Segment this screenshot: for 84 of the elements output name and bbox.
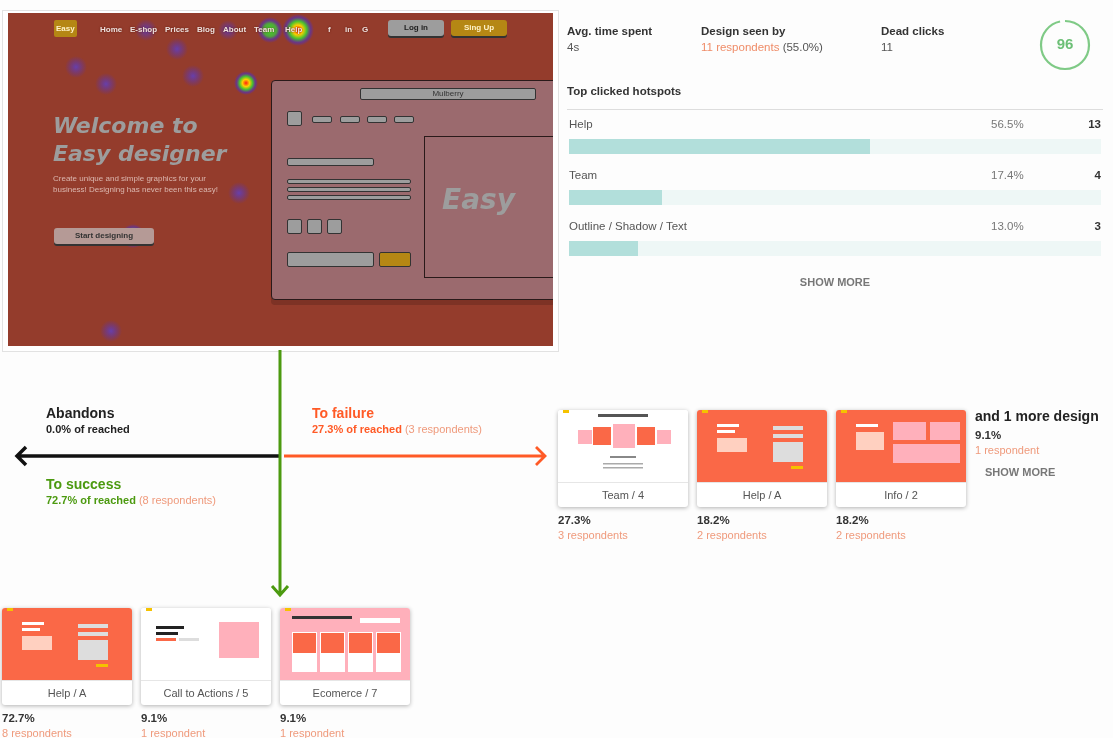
show-more-button[interactable]: SHOW MORE: [981, 464, 1060, 480]
tagline: Create unique and simple graphics for your business! Designing has never been this easy!: [53, 173, 219, 195]
logo[interactable]: Easy: [54, 20, 77, 37]
nav-link[interactable]: Prices: [165, 25, 190, 34]
design-name: Help / A: [741, 488, 783, 503]
more-designs-title: and 1 more design: [975, 408, 1100, 424]
placeholder-shape: [287, 111, 302, 126]
design-card[interactable]: Info / 2: [836, 410, 966, 507]
design-name: Team / 4: [600, 488, 646, 503]
hotspot-percent: 17.4%: [991, 169, 1025, 181]
hotspot-label: Team: [569, 169, 599, 181]
design-respondents: 1 respondent: [975, 444, 1041, 456]
design-respondents: 2 respondents: [836, 529, 907, 541]
design-percent: 27.3%: [558, 514, 592, 526]
stat-value: 4s: [567, 41, 580, 53]
design-percent: 18.2%: [836, 514, 870, 526]
stat-value: 11: [881, 41, 893, 53]
flow-title: To success: [46, 476, 123, 492]
headline: Easy designer: [53, 140, 227, 168]
flow-title: To failure: [312, 405, 375, 421]
placeholder-shape: [307, 219, 322, 234]
heat-spot: [234, 71, 258, 95]
design-percent: 72.7%: [2, 712, 36, 724]
section-title: Top clicked hotspots: [567, 85, 683, 97]
placeholder-shape: [327, 219, 342, 234]
login-button[interactable]: Log in: [388, 20, 444, 36]
heat-spot: [100, 320, 122, 342]
design-percent: 9.1%: [975, 429, 1003, 441]
design-name: Call to Actions / 5: [162, 686, 250, 701]
heat-spot: [182, 65, 204, 87]
start-button[interactable]: Start designing: [54, 228, 154, 244]
design-percent: 9.1%: [141, 712, 169, 724]
stat-label: Avg. time spent: [567, 25, 654, 37]
flow-title: Abandons: [46, 405, 116, 421]
flow-rate: 27.3% of reached: [312, 423, 402, 435]
score-ring: [1038, 18, 1092, 72]
flow-rate: 72.7% of reached: [46, 494, 136, 506]
placeholder-shape: [287, 219, 302, 234]
address-bar: Mulberry: [360, 88, 536, 100]
placeholder-shape: [367, 116, 387, 123]
hotspot-count: 3: [1093, 220, 1101, 232]
heat-spot: [166, 38, 188, 60]
social-link[interactable]: G: [362, 25, 369, 34]
nav-link[interactable]: About: [223, 25, 247, 34]
design-card[interactable]: Help / A: [697, 410, 827, 507]
stat-label: Dead clicks: [881, 25, 946, 37]
heat-spot: [282, 14, 314, 46]
design-respondents: 2 respondents: [697, 529, 768, 541]
hotspot-count: 4: [1093, 169, 1101, 181]
hotspot-label: Outline / Shadow / Text: [569, 220, 689, 232]
nav-link[interactable]: Home: [100, 25, 123, 34]
signup-button[interactable]: Sing Up: [451, 20, 507, 36]
placeholder-shape: [394, 116, 414, 123]
design-card[interactable]: Ecomerce / 7: [280, 608, 410, 705]
show-more-button[interactable]: SHOW MORE: [795, 274, 875, 290]
design-card[interactable]: Team / 4: [558, 410, 688, 507]
stat-percent: (55.0%): [782, 41, 823, 53]
heat-spot: [228, 182, 250, 204]
hotspot-percent: 13.0%: [991, 220, 1025, 232]
flow-rate: 0.0% of reached: [46, 423, 130, 435]
design-percent: 18.2%: [697, 514, 731, 526]
social-link[interactable]: in: [345, 25, 353, 34]
placeholder-shape: [312, 116, 332, 123]
design-name: Ecomerce / 7: [311, 686, 379, 701]
headline: Welcome to: [53, 112, 199, 140]
score-value: 96: [1055, 35, 1075, 52]
hotspot-percent: 56.5%: [991, 118, 1025, 130]
flow-respondents: (8 respondents): [138, 494, 216, 506]
heat-spot: [95, 73, 117, 95]
design-name: Help / A: [46, 686, 88, 701]
placeholder-shape: [340, 116, 360, 123]
hotspot-count: 13: [1087, 118, 1101, 130]
design-percent: 9.1%: [280, 712, 308, 724]
hotspot-label: Help: [569, 118, 594, 130]
design-respondents: 3 respondents: [558, 529, 629, 541]
nav-link[interactable]: Blog: [197, 25, 215, 34]
design-card[interactable]: Call to Actions / 5: [141, 608, 271, 705]
heat-spot: [65, 56, 87, 78]
nav-link[interactable]: E-shop: [130, 25, 158, 34]
design-card[interactable]: Help / A: [2, 608, 132, 705]
stat-label: Design seen by: [701, 25, 787, 37]
design-name: Info / 2: [883, 488, 919, 503]
social-link[interactable]: f: [328, 25, 331, 34]
flow-respondents: (3 respondents): [404, 423, 482, 435]
